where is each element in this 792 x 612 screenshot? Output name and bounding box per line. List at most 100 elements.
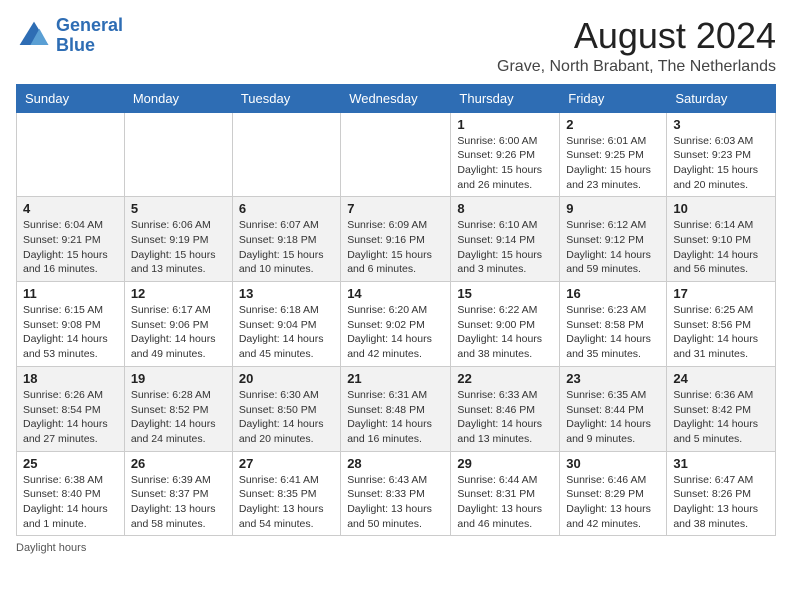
calendar-cell-2-4: 7 Sunrise: 6:09 AMSunset: 9:16 PMDaylight… xyxy=(341,197,451,282)
daylight-label: Daylight hours xyxy=(16,542,86,554)
logo-line1: General xyxy=(56,15,123,35)
calendar-cell-1-3 xyxy=(232,112,340,197)
calendar-cell-5-7: 31 Sunrise: 6:47 AMSunset: 8:26 PMDayligh… xyxy=(667,451,776,536)
calendar-cell-1-1 xyxy=(17,112,125,197)
page-header: General Blue August 2024 Grave, North Br… xyxy=(16,16,776,76)
day-number: 7 xyxy=(347,201,444,216)
col-header-sunday: Sunday xyxy=(17,84,125,112)
day-number: 2 xyxy=(566,117,660,132)
day-number: 31 xyxy=(673,456,769,471)
day-info: Sunrise: 6:25 AMSunset: 8:56 PMDaylight:… xyxy=(673,303,769,362)
calendar-cell-2-7: 10Sunrise: 6:14 AMSunset: 9:10 PMDayligh… xyxy=(667,197,776,282)
day-number: 4 xyxy=(23,201,118,216)
day-info: Sunrise: 6:43 AMSunset: 8:33 PMDaylight:… xyxy=(347,473,444,532)
day-info: Sunrise: 6:23 AMSunset: 8:58 PMDaylight:… xyxy=(566,303,660,362)
day-info: Sunrise: 6:12 AMSunset: 9:12 PMDaylight:… xyxy=(566,218,660,277)
calendar-cell-3-4: 14 Sunrise: 6:20 AMSunset: 9:02 PMDayligh… xyxy=(341,282,451,367)
day-info: Sunrise: 6:00 AMSunset: 9:26 PMDaylight:… xyxy=(457,134,553,193)
day-number: 12 xyxy=(131,286,226,301)
day-number: 24 xyxy=(673,371,769,386)
calendar-cell-1-7: 3Sunrise: 6:03 AMSunset: 9:23 PMDaylight… xyxy=(667,112,776,197)
calendar-cell-5-2: 26 Sunrise: 6:39 AMSunset: 8:37 PMDayligh… xyxy=(124,451,232,536)
calendar-week-3: 11 Sunrise: 6:15 AMSunset: 9:08 PMDayligh… xyxy=(17,282,776,367)
day-info: Sunrise: 6:47 AMSunset: 8:26 PMDaylight:… xyxy=(673,473,769,532)
day-number: 18 xyxy=(23,371,118,386)
calendar-cell-2-1: 4Sunrise: 6:04 AMSunset: 9:21 PMDaylight… xyxy=(17,197,125,282)
day-number: 5 xyxy=(131,201,226,216)
title-area: August 2024 Grave, North Brabant, The Ne… xyxy=(497,16,776,76)
calendar-cell-4-7: 24 Sunrise: 6:36 AMSunset: 8:42 PMDayligh… xyxy=(667,366,776,451)
day-number: 8 xyxy=(457,201,553,216)
day-info: Sunrise: 6:15 AMSunset: 9:08 PMDaylight:… xyxy=(23,303,118,362)
day-number: 26 xyxy=(131,456,226,471)
day-info: Sunrise: 6:06 AMSunset: 9:19 PMDaylight:… xyxy=(131,218,226,277)
day-number: 1 xyxy=(457,117,553,132)
calendar-week-5: 25 Sunrise: 6:38 AMSunset: 8:40 PMDayligh… xyxy=(17,451,776,536)
day-number: 20 xyxy=(239,371,334,386)
day-number: 23 xyxy=(566,371,660,386)
calendar-cell-1-6: 2 Sunrise: 6:01 AMSunset: 9:25 PMDaylight… xyxy=(560,112,667,197)
calendar-table: SundayMondayTuesdayWednesdayThursdayFrid… xyxy=(16,84,776,537)
day-info: Sunrise: 6:39 AMSunset: 8:37 PMDaylight:… xyxy=(131,473,226,532)
day-info: Sunrise: 6:38 AMSunset: 8:40 PMDaylight:… xyxy=(23,473,118,532)
day-info: Sunrise: 6:01 AMSunset: 9:25 PMDaylight:… xyxy=(566,134,660,193)
day-info: Sunrise: 6:44 AMSunset: 8:31 PMDaylight:… xyxy=(457,473,553,532)
calendar-cell-4-2: 19 Sunrise: 6:28 AMSunset: 8:52 PMDayligh… xyxy=(124,366,232,451)
calendar-cell-3-3: 13Sunrise: 6:18 AMSunset: 9:04 PMDayligh… xyxy=(232,282,340,367)
logo-text: General Blue xyxy=(56,16,123,56)
calendar-cell-5-4: 28 Sunrise: 6:43 AMSunset: 8:33 PMDayligh… xyxy=(341,451,451,536)
calendar-cell-1-2 xyxy=(124,112,232,197)
calendar-cell-4-6: 23 Sunrise: 6:35 AMSunset: 8:44 PMDayligh… xyxy=(560,366,667,451)
calendar-cell-2-2: 5 Sunrise: 6:06 AMSunset: 9:19 PMDaylight… xyxy=(124,197,232,282)
day-info: Sunrise: 6:36 AMSunset: 8:42 PMDaylight:… xyxy=(673,388,769,447)
day-number: 28 xyxy=(347,456,444,471)
day-info: Sunrise: 6:07 AMSunset: 9:18 PMDaylight:… xyxy=(239,218,334,277)
day-info: Sunrise: 6:17 AMSunset: 9:06 PMDaylight:… xyxy=(131,303,226,362)
day-number: 25 xyxy=(23,456,118,471)
day-info: Sunrise: 6:10 AMSunset: 9:14 PMDaylight:… xyxy=(457,218,553,277)
day-info: Sunrise: 6:33 AMSunset: 8:46 PMDaylight:… xyxy=(457,388,553,447)
calendar-cell-4-1: 18Sunrise: 6:26 AMSunset: 8:54 PMDayligh… xyxy=(17,366,125,451)
day-info: Sunrise: 6:30 AMSunset: 8:50 PMDaylight:… xyxy=(239,388,334,447)
day-number: 19 xyxy=(131,371,226,386)
calendar-cell-4-4: 21Sunrise: 6:31 AMSunset: 8:48 PMDayligh… xyxy=(341,366,451,451)
logo-line2: Blue xyxy=(56,35,95,55)
calendar-cell-3-7: 17 Sunrise: 6:25 AMSunset: 8:56 PMDayligh… xyxy=(667,282,776,367)
col-header-tuesday: Tuesday xyxy=(232,84,340,112)
day-info: Sunrise: 6:14 AMSunset: 9:10 PMDaylight:… xyxy=(673,218,769,277)
day-number: 11 xyxy=(23,286,118,301)
calendar-cell-3-2: 12 Sunrise: 6:17 AMSunset: 9:06 PMDayligh… xyxy=(124,282,232,367)
calendar-cell-3-5: 15Sunrise: 6:22 AMSunset: 9:00 PMDayligh… xyxy=(451,282,560,367)
calendar-cell-1-4 xyxy=(341,112,451,197)
calendar-cell-5-3: 27Sunrise: 6:41 AMSunset: 8:35 PMDayligh… xyxy=(232,451,340,536)
calendar-cell-4-5: 22 Sunrise: 6:33 AMSunset: 8:46 PMDayligh… xyxy=(451,366,560,451)
calendar-cell-5-6: 30Sunrise: 6:46 AMSunset: 8:29 PMDayligh… xyxy=(560,451,667,536)
subtitle: Grave, North Brabant, The Netherlands xyxy=(497,58,776,76)
calendar-cell-4-3: 20 Sunrise: 6:30 AMSunset: 8:50 PMDayligh… xyxy=(232,366,340,451)
calendar-cell-2-3: 6 Sunrise: 6:07 AMSunset: 9:18 PMDaylight… xyxy=(232,197,340,282)
day-info: Sunrise: 6:35 AMSunset: 8:44 PMDaylight:… xyxy=(566,388,660,447)
logo-icon xyxy=(16,18,52,54)
calendar-cell-1-5: 1 Sunrise: 6:00 AMSunset: 9:26 PMDaylight… xyxy=(451,112,560,197)
day-info: Sunrise: 6:20 AMSunset: 9:02 PMDaylight:… xyxy=(347,303,444,362)
day-number: 16 xyxy=(566,286,660,301)
calendar-cell-3-6: 16 Sunrise: 6:23 AMSunset: 8:58 PMDayligh… xyxy=(560,282,667,367)
day-number: 30 xyxy=(566,456,660,471)
col-header-wednesday: Wednesday xyxy=(341,84,451,112)
day-info: Sunrise: 6:09 AMSunset: 9:16 PMDaylight:… xyxy=(347,218,444,277)
day-number: 13 xyxy=(239,286,334,301)
footer-note: Daylight hours xyxy=(16,542,776,554)
col-header-monday: Monday xyxy=(124,84,232,112)
day-info: Sunrise: 6:41 AMSunset: 8:35 PMDaylight:… xyxy=(239,473,334,532)
calendar-cell-2-5: 8 Sunrise: 6:10 AMSunset: 9:14 PMDaylight… xyxy=(451,197,560,282)
day-number: 22 xyxy=(457,371,553,386)
day-number: 14 xyxy=(347,286,444,301)
calendar-week-1: 1 Sunrise: 6:00 AMSunset: 9:26 PMDaylight… xyxy=(17,112,776,197)
day-number: 17 xyxy=(673,286,769,301)
calendar-header-row: SundayMondayTuesdayWednesdayThursdayFrid… xyxy=(17,84,776,112)
day-info: Sunrise: 6:28 AMSunset: 8:52 PMDaylight:… xyxy=(131,388,226,447)
day-info: Sunrise: 6:03 AMSunset: 9:23 PMDaylight:… xyxy=(673,134,769,193)
day-number: 21 xyxy=(347,371,444,386)
day-number: 9 xyxy=(566,201,660,216)
day-number: 6 xyxy=(239,201,334,216)
